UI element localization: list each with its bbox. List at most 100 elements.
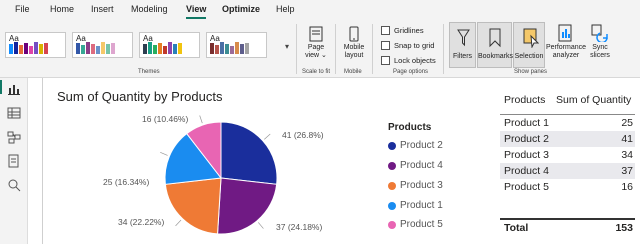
gridlines-checkbox[interactable]: Gridlines bbox=[381, 26, 424, 35]
table-total-value: 153 bbox=[615, 222, 633, 234]
active-view-indicator bbox=[0, 80, 2, 94]
model-view-icon[interactable] bbox=[7, 130, 21, 144]
theme-swatch-4[interactable]: Aa bbox=[206, 32, 267, 58]
table-cell-quantity: 37 bbox=[621, 165, 633, 177]
performance-analyzer-button[interactable]: Performance analyzer bbox=[545, 24, 587, 60]
slice-label-product-1: 25 (16.34%) bbox=[103, 177, 150, 187]
scale-to-fit-label: Scale to fit bbox=[302, 69, 331, 75]
legend-label: Product 1 bbox=[400, 200, 443, 211]
dax-query-view-icon[interactable] bbox=[7, 154, 21, 168]
checkbox-box[interactable] bbox=[381, 41, 390, 50]
tmdl-view-icon[interactable] bbox=[7, 178, 21, 192]
slice-label-product-3: 34 (22.22%) bbox=[118, 217, 165, 227]
table-cell-product: Product 2 bbox=[504, 133, 549, 145]
mobile-icon bbox=[349, 26, 359, 42]
table-header-products[interactable]: Products bbox=[504, 94, 545, 106]
ribbon-divider bbox=[443, 24, 444, 74]
page-view-icon bbox=[309, 26, 323, 42]
table-cell-quantity: 16 bbox=[621, 181, 633, 193]
leader-line bbox=[160, 151, 168, 156]
mobile-group-label: Mobile bbox=[344, 69, 362, 75]
leader-line bbox=[175, 219, 182, 227]
table-cell-product: Product 5 bbox=[504, 181, 549, 193]
checkbox-box[interactable] bbox=[381, 56, 390, 65]
theme-swatch-3[interactable]: Aa bbox=[139, 32, 200, 58]
table-row[interactable]: Product 5 16 bbox=[500, 179, 635, 195]
menu-file[interactable]: File bbox=[15, 4, 30, 14]
gridlines-label: Gridlines bbox=[394, 26, 424, 35]
table-total-divider bbox=[500, 218, 635, 220]
table-row[interactable]: Product 3 34 bbox=[500, 147, 635, 163]
sync-slicers-label: Sync slicers bbox=[590, 44, 610, 59]
performance-analyzer-label: Performance analyzer bbox=[545, 44, 587, 59]
pie-slice-product-5[interactable] bbox=[186, 121, 222, 180]
ribbon: Aa Aa Aa Aa ▾ Themes Page view ⌄ Scale t… bbox=[0, 20, 640, 78]
mobile-layout-button[interactable]: Mobile layout bbox=[340, 26, 368, 60]
report-view-icon[interactable] bbox=[7, 82, 21, 96]
bookmarks-label: Bookmarks bbox=[478, 53, 514, 60]
legend-dot bbox=[388, 220, 396, 229]
table-cell-product: Product 3 bbox=[504, 149, 549, 161]
table-cell-product: Product 4 bbox=[504, 165, 549, 177]
menu-insert[interactable]: Insert bbox=[91, 4, 114, 14]
menu-modeling[interactable]: Modeling bbox=[131, 4, 168, 14]
filters-button[interactable]: Filters bbox=[449, 22, 476, 68]
legend-label: Product 3 bbox=[400, 180, 443, 191]
legend-dot bbox=[388, 161, 396, 170]
menu-home[interactable]: Home bbox=[50, 4, 74, 14]
page-view-button[interactable]: Page view ⌄ bbox=[302, 26, 330, 60]
menu-bar: File Home Insert Modeling View Optimize … bbox=[0, 0, 640, 20]
canvas-border bbox=[42, 78, 43, 244]
table-cell-quantity: 41 bbox=[621, 133, 633, 145]
bookmark-icon bbox=[489, 28, 501, 48]
themes-group-label: Themes bbox=[138, 69, 160, 75]
legend-title: Products bbox=[388, 122, 432, 133]
active-tab-indicator bbox=[186, 17, 206, 19]
table-row[interactable]: Product 2 41 bbox=[500, 131, 635, 147]
sync-slicers-button[interactable]: Sync slicers bbox=[588, 24, 612, 60]
table-view-icon[interactable] bbox=[7, 106, 21, 120]
page-view-label: Page view ⌄ bbox=[305, 44, 327, 59]
legend-item-product-1[interactable]: Product 1 bbox=[388, 200, 443, 211]
table-header-quantity[interactable]: Sum of Quantity bbox=[556, 94, 631, 106]
themes-expand-icon[interactable]: ▾ bbox=[285, 42, 289, 51]
show-panes-label: Show panes bbox=[514, 69, 548, 75]
menu-help[interactable]: Help bbox=[276, 4, 295, 14]
table-total-label: Total bbox=[504, 222, 529, 234]
sync-slicers-icon bbox=[591, 24, 608, 42]
legend-dot bbox=[388, 201, 396, 210]
legend-item-product-4[interactable]: Product 4 bbox=[388, 160, 443, 171]
theme-swatch-2[interactable]: Aa bbox=[72, 32, 133, 58]
slice-label-product-2: 41 (26.8%) bbox=[282, 130, 324, 140]
table-row[interactable]: Product 4 37 bbox=[500, 163, 635, 179]
selection-button[interactable]: Selection bbox=[513, 22, 545, 68]
legend-item-product-2[interactable]: Product 2 bbox=[388, 140, 443, 151]
pie-slice-product-3[interactable] bbox=[164, 177, 222, 235]
legend-item-product-3[interactable]: Product 3 bbox=[388, 180, 443, 191]
filter-icon bbox=[457, 29, 470, 47]
lock-objects-checkbox[interactable]: Lock objects bbox=[381, 56, 436, 65]
menu-optimize[interactable]: Optimize bbox=[222, 4, 260, 14]
slice-label-product-5: 16 (10.46%) bbox=[142, 114, 189, 124]
snap-to-grid-label: Snap to grid bbox=[394, 41, 435, 50]
legend-item-product-5[interactable]: Product 5 bbox=[388, 219, 443, 230]
pie-slice-product-2[interactable] bbox=[220, 121, 278, 185]
snap-to-grid-checkbox[interactable]: Snap to grid bbox=[381, 41, 434, 50]
legend-dot bbox=[388, 181, 396, 190]
table-cell-product: Product 1 bbox=[504, 117, 549, 129]
ribbon-divider bbox=[372, 24, 373, 74]
pie-slice-product-4[interactable] bbox=[217, 177, 278, 235]
checkbox-box[interactable] bbox=[381, 26, 390, 35]
filters-label: Filters bbox=[452, 53, 473, 60]
menu-view[interactable]: View bbox=[186, 4, 206, 14]
page-options-label: Page options bbox=[393, 69, 429, 75]
selection-label: Selection bbox=[514, 53, 544, 60]
legend-label: Product 4 bbox=[400, 160, 443, 171]
bookmarks-button[interactable]: Bookmarks bbox=[477, 22, 514, 68]
lock-objects-label: Lock objects bbox=[394, 56, 436, 65]
pie-slice-product-1[interactable] bbox=[164, 132, 222, 185]
theme-swatch-1[interactable]: Aa bbox=[5, 32, 66, 58]
legend-label: Product 2 bbox=[400, 140, 443, 151]
table-row[interactable]: Product 1 25 bbox=[500, 115, 635, 131]
leader-line bbox=[199, 115, 203, 124]
